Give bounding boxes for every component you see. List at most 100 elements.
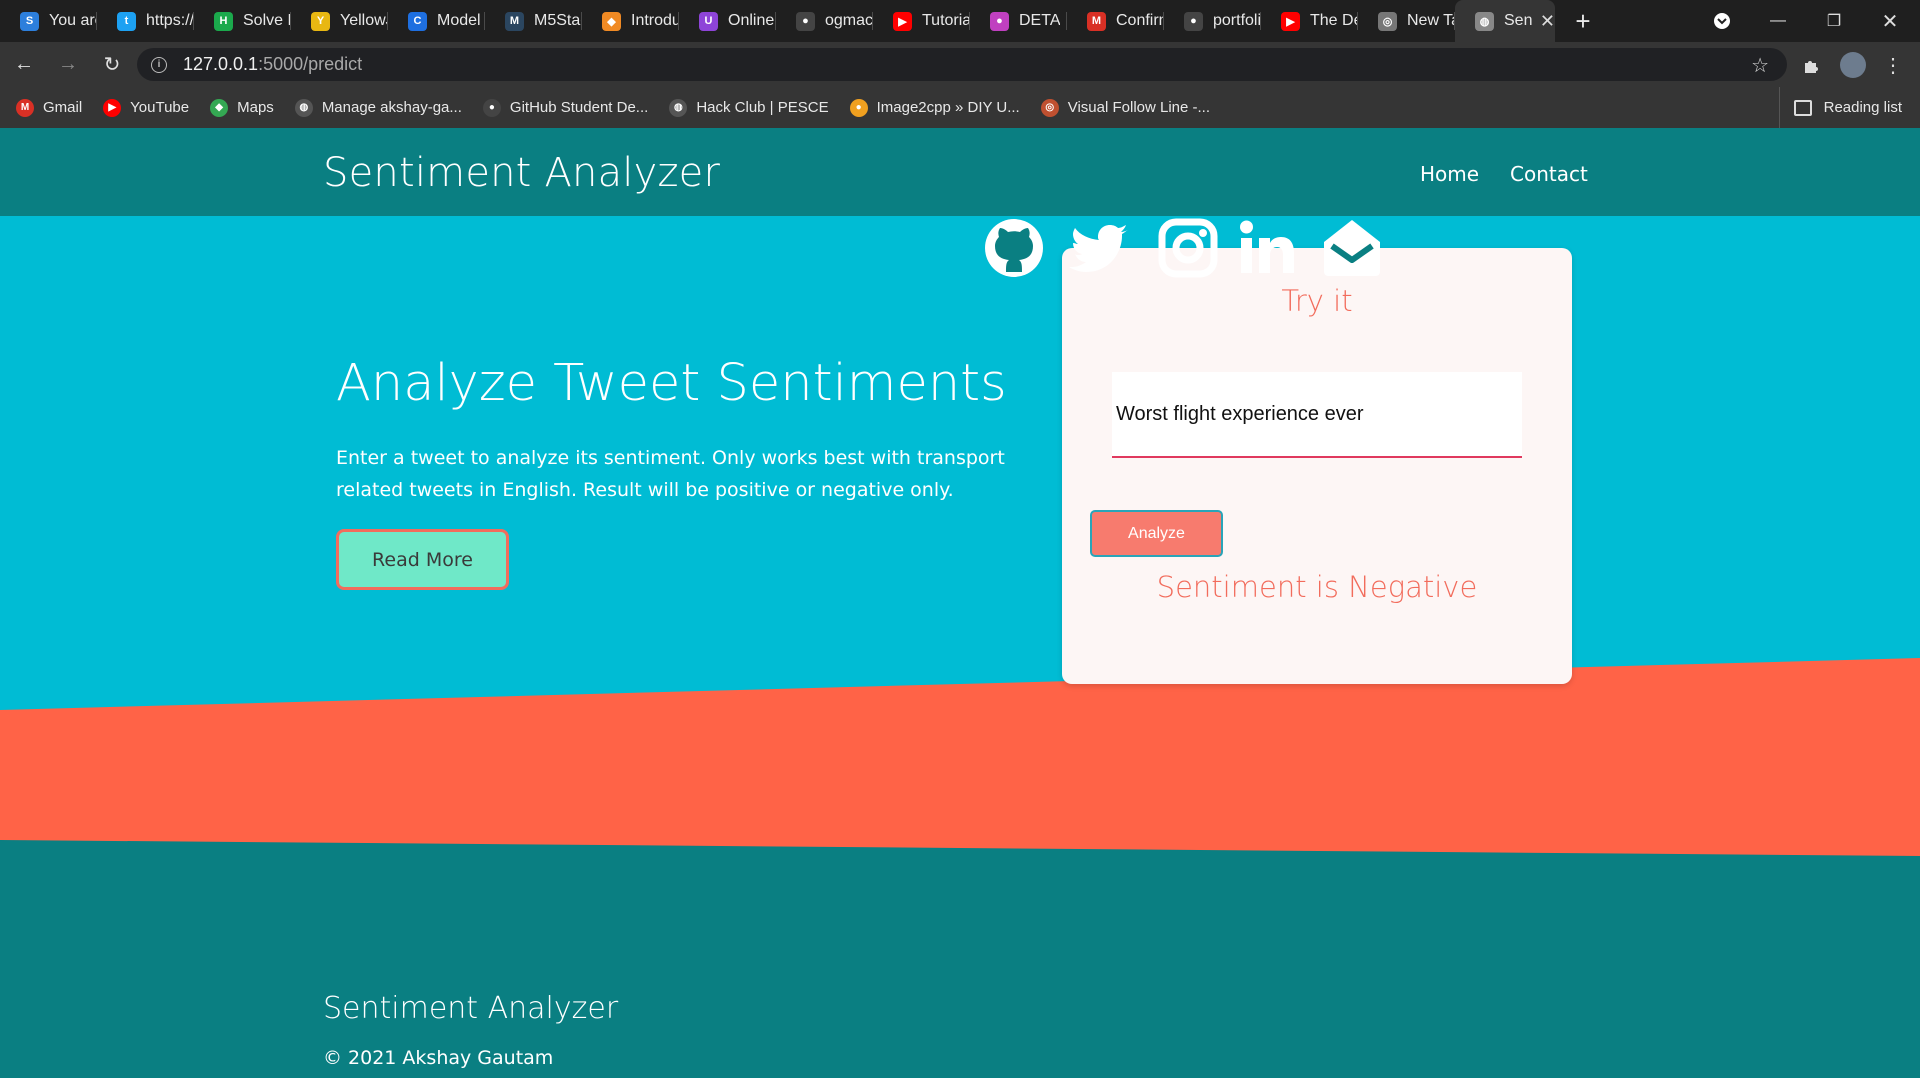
footer-copyright: © 2021 Akshay Gautam [323,1047,554,1069]
u-icon: U [699,11,718,31]
bookmark-item[interactable]: ◍ Manage akshay-ga... [294,98,462,117]
twitter-icon[interactable] [1068,216,1132,280]
browser-tab[interactable]: ▶ Tutoria [873,0,970,42]
tab-label: You are [49,12,97,29]
bookmark-item[interactable]: ◍ Hack Club | PESCE [669,98,829,117]
extensions-icon[interactable] [1795,48,1829,82]
s-icon: S [20,11,39,31]
yellow-icon: Y [311,11,330,31]
tab-label: M5Stac [534,12,582,29]
browser-tab[interactable]: ▶ The De [1261,0,1358,42]
nav-link-home[interactable]: Home [1420,162,1479,186]
tab-label: Tutoria [922,12,970,29]
tab-label: Sen [1504,12,1532,29]
forward-icon[interactable]: → [48,45,88,85]
browser-tab[interactable]: C Model [388,0,485,42]
instagram-icon[interactable] [1156,216,1220,280]
restore-icon[interactable]: ❐ [1806,0,1862,42]
hero-section: Analyze Tweet Sentiments Enter a tweet t… [0,216,1920,1078]
try-it-card: Try it Analyze Sentiment is Negative [1062,248,1572,684]
bookmark-favicon-icon: ◎ [1040,98,1059,117]
github-icon: ● [796,11,815,31]
tab-label: Solve P [243,12,291,29]
bookmark-item[interactable]: ▶ YouTube [103,98,189,117]
site-brand[interactable]: Sentiment Analyzer [323,150,720,196]
twitter-icon: t [117,11,136,31]
tab-label: The De [1310,12,1358,29]
bookmark-item[interactable]: ● Image2cpp » DIY U... [849,98,1020,117]
bookmark-label: Manage akshay-ga... [321,99,462,116]
bookmark-favicon-icon: ● [482,98,501,117]
browser-tab[interactable]: t https:// [97,0,194,42]
browser-tab[interactable]: H Solve P [194,0,291,42]
bookmark-star-icon[interactable]: ☆ [1751,53,1769,78]
bookmark-item[interactable]: ◆ Maps [210,98,274,117]
browser-tab[interactable]: Y YellowJ [291,0,388,42]
bookmark-label: Visual Follow Line -... [1067,99,1211,116]
youtube-icon: ▶ [1281,11,1300,31]
address-bar[interactable]: i 127.0.0.1:5000/predict ☆ [137,48,1787,81]
email-icon[interactable] [1320,216,1384,280]
tab-label: Online [728,12,775,29]
tab-label: https:// [146,12,194,29]
bookmark-label: Gmail [43,99,83,116]
profile-avatar[interactable] [1836,48,1870,82]
hero-description: Enter a tweet to analyze its sentiment. … [336,447,1005,501]
browser-tab[interactable]: ◆ Introdu [582,0,679,42]
browser-tab[interactable]: ◎ New Ta [1358,0,1455,42]
tab-search-icon[interactable] [1694,0,1750,42]
reading-list-button[interactable]: Reading list [1778,87,1902,128]
back-icon[interactable]: ← [4,45,44,85]
deta-icon: ● [990,11,1009,31]
browser-tab[interactable]: M Confirm [1067,0,1164,42]
browser-toolbar: ← → ↻ i 127.0.0.1:5000/predict ☆ [0,42,1920,87]
browser-tab[interactable]: ● portfoli [1164,0,1261,42]
site-info-icon[interactable]: i [151,56,167,73]
chrome-icon: ◎ [1378,11,1397,31]
bookmark-item[interactable]: M Gmail [16,98,83,117]
analyze-button[interactable]: Analyze [1090,510,1223,557]
bookmark-favicon-icon: ◍ [669,98,688,117]
read-more-button[interactable]: Read More [336,529,509,590]
footer-brand: Sentiment Analyzer [323,991,619,1026]
browser-tab[interactable]: ● DETA [970,0,1067,42]
youtube-icon: ▶ [893,11,912,31]
tab-active[interactable]: ◍ Sen ✕ [1455,0,1555,42]
tweet-input[interactable] [1112,372,1522,458]
reading-list-icon [1793,99,1812,116]
tab-label: Confirm [1116,12,1164,29]
bookmark-favicon-icon: ◍ [294,98,313,117]
reload-icon[interactable]: ↻ [92,45,132,85]
bookmark-item[interactable]: ● GitHub Student De... [482,98,649,117]
hero-title: Analyze Tweet Sentiments [336,354,1007,413]
linkedin-icon[interactable] [1236,216,1300,280]
tab-label: New Ta [1407,12,1455,29]
browser-tab[interactable]: ● ogmacr [776,0,873,42]
github-icon[interactable] [982,216,1046,280]
browser-tab[interactable]: S You are [0,0,97,42]
nav-link-contact[interactable]: Contact [1510,162,1588,186]
tab-label: portfoli [1213,12,1261,29]
site-navbar: Sentiment Analyzer Home Contact [0,128,1920,216]
url-path: :5000/predict [258,54,363,74]
bookmark-item[interactable]: ◎ Visual Follow Line -... [1040,98,1211,117]
tab-label: YellowJ [340,12,388,29]
web-page: Sentiment Analyzer Home Contact Analyze … [0,128,1920,1078]
browser-tab[interactable]: U Online [679,0,776,42]
bookmark-favicon-icon: ● [849,98,868,117]
browser-tab[interactable]: M M5Stac [485,0,582,42]
close-window-icon[interactable]: ✕ [1862,0,1918,42]
close-tab-icon[interactable]: ✕ [1540,11,1555,32]
hero-background [0,216,1920,1078]
tab-label: ogmacr [825,12,873,29]
tab-label: DETA [1019,12,1061,29]
menu-icon[interactable]: ⋮ [1876,48,1910,82]
bookmark-label: GitHub Student De... [509,99,649,116]
url-host: 127.0.0.1 [183,54,259,74]
m5-icon: M [505,11,524,31]
card-title: Try it [1281,284,1353,318]
minimize-icon[interactable]: — [1750,0,1806,42]
bookmarks-bar: M Gmail ▶ YouTube ◆ Maps ◍ Manage akshay-ga... ●… [0,87,1920,128]
hackerrank-icon: H [214,11,233,31]
new-tab-button[interactable]: + [1555,0,1611,42]
